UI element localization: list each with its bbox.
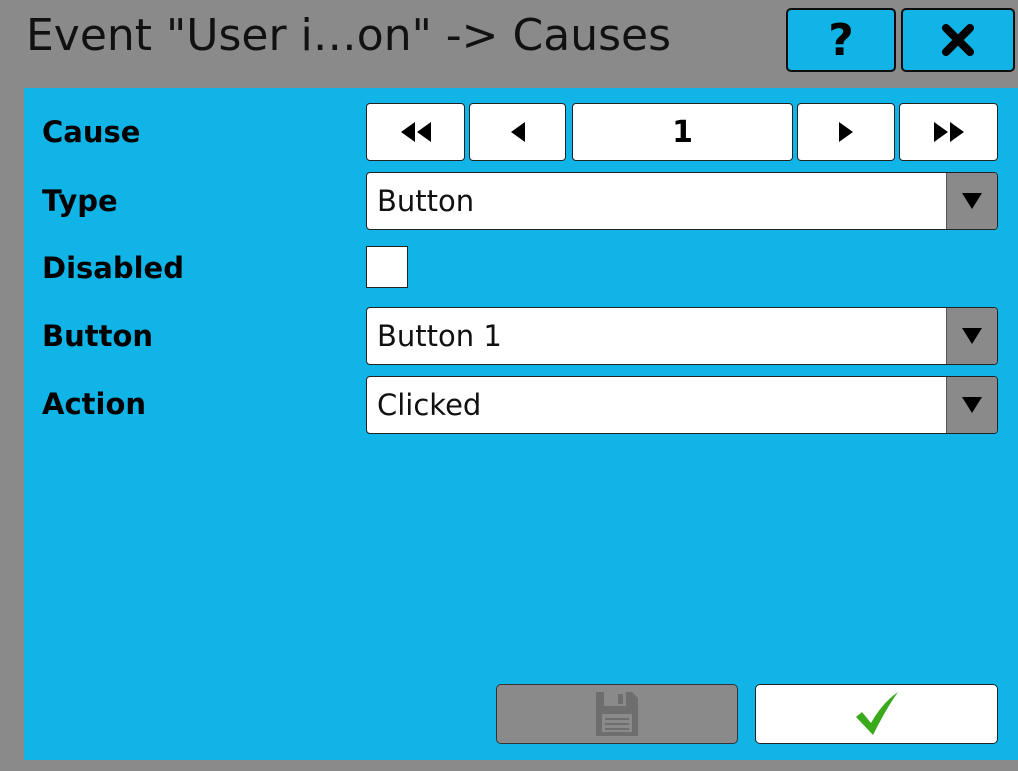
button-label: Button [42,319,154,353]
action-label: Action [42,387,147,421]
chevron-down-icon [962,328,982,344]
close-button[interactable] [901,8,1015,72]
button-value: Button 1 [377,319,502,353]
causes-panel: Cause 1 Type Button Disabled Button Butt… [24,88,1018,760]
button-select[interactable]: Button 1 [366,307,998,365]
action-dropdown-arrow[interactable] [946,377,997,433]
last-icon [933,122,964,142]
cause-label: Cause [42,115,141,149]
window-title: Event "User i…on" -> Causes [26,10,672,61]
title-bar: Event "User i…on" -> Causes ? [0,0,1018,84]
cause-number: 1 [672,114,693,150]
help-button[interactable]: ? [786,8,896,72]
disabled-label: Disabled [42,251,184,285]
previous-icon [510,122,525,142]
type-label: Type [42,184,118,218]
last-cause-button[interactable] [899,103,998,161]
action-value: Clicked [377,388,482,422]
save-icon [596,692,638,736]
checkmark-icon [855,692,898,735]
next-cause-button[interactable] [797,103,895,161]
close-icon [942,24,974,56]
cause-number-display: 1 [572,103,793,161]
button-dropdown-arrow[interactable] [946,308,997,364]
help-icon: ? [828,14,854,66]
type-value: Button [377,184,475,218]
first-icon [400,122,431,142]
action-select[interactable]: Clicked [366,376,998,434]
next-icon [839,122,853,142]
ok-button[interactable] [755,684,998,744]
chevron-down-icon [962,193,982,209]
disabled-checkbox[interactable] [366,246,408,288]
first-cause-button[interactable] [366,103,465,161]
save-button[interactable] [496,684,738,744]
type-select[interactable]: Button [366,172,998,230]
previous-cause-button[interactable] [469,103,566,161]
type-dropdown-arrow[interactable] [946,173,997,229]
chevron-down-icon [962,397,982,413]
